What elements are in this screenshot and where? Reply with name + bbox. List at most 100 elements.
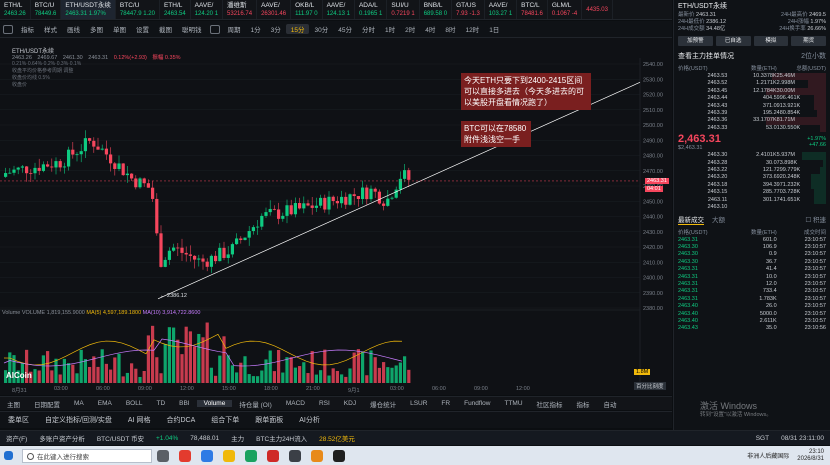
toolbar-item[interactable]: 周期 [223, 24, 246, 34]
orderbook-row[interactable]: 2463.52 1.2171K 2.998M [674, 80, 830, 88]
windows-start-icon[interactable] [4, 451, 13, 460]
toolbar-item[interactable]: 1日 [484, 24, 504, 34]
ticker-tab[interactable]: ETH/USDT永续 2463.31 1.97% [61, 0, 116, 19]
bottom-tab[interactable]: AI 网格 [120, 415, 159, 425]
aicoin-taskbar-icon[interactable] [333, 449, 345, 462]
bottom-tab[interactable]: 组合下单 [203, 415, 247, 425]
indicator-item[interactable]: FR [434, 400, 457, 407]
ticker-tab[interactable]: GLM/L 0.1067 -4 [548, 0, 583, 19]
indicator-item[interactable]: EMA [91, 400, 119, 407]
ticker-tab[interactable]: GT/US 7.93 -1.3 [452, 0, 485, 19]
orderbook-row[interactable]: 2463.43 371.0 913.921K [674, 102, 830, 111]
ticker-tab[interactable]: BTC/U 78449.6 [31, 0, 62, 19]
indicator-item[interactable]: 主图 [0, 399, 27, 409]
toolbar-item[interactable]: 45分 [333, 24, 357, 34]
ticker-tab[interactable]: ADA/L 0.1965 1 [355, 0, 388, 19]
bottom-tab[interactable]: 委单区 [0, 415, 37, 425]
orderbook-row[interactable]: 2463.15 285.7 703.728K [674, 189, 830, 197]
app-icon-5[interactable] [311, 449, 323, 462]
indicator-item[interactable]: TTMU [497, 400, 529, 407]
panel-button[interactable]: 已自选 [715, 36, 751, 46]
indicator-item[interactable]: 爆仓统计 [363, 399, 403, 409]
app-icon-2[interactable] [245, 449, 257, 462]
indicator-item[interactable]: KDJ [337, 400, 363, 407]
indicator-item[interactable]: 指标 [570, 399, 597, 409]
indicator-item[interactable]: Volume [196, 400, 233, 407]
toolbar-item[interactable]: 样式 [39, 24, 62, 34]
toolbar-item[interactable]: 多图 [85, 24, 108, 34]
toolbar-item[interactable]: 单图 [108, 24, 131, 34]
precision-select[interactable]: 2位小数 [801, 51, 826, 61]
bottom-tab[interactable]: 跟单面板 [247, 415, 291, 425]
toolbar-item[interactable]: 分时 [357, 24, 380, 34]
indicator-item[interactable]: LSUR [403, 400, 434, 407]
indicator-item[interactable]: TD [149, 400, 172, 407]
indicator-item[interactable]: BOLL [119, 400, 150, 407]
taskbar-search[interactable]: 在此键入进行搜索 [22, 448, 152, 463]
assets-button[interactable]: 资产(F) [0, 433, 33, 443]
toolbar-item[interactable]: 12时 [460, 24, 484, 34]
task-view-icon[interactable] [157, 449, 169, 462]
panel-button[interactable]: 期货 [791, 36, 826, 46]
chart-area[interactable]: 2540.00 2530.00 2520.00 2510.00 2500.00 2490.… [0, 38, 672, 395]
indicator-item[interactable]: 持仓量 (OI) [232, 399, 279, 409]
annotation-note-eth[interactable]: 今天ETH只要下到2400-2415区间可以直接多进去（今天多进去的可以美股开盘… [461, 73, 591, 110]
ticker-tab[interactable]: AAVE/103.27 1 [485, 0, 518, 19]
app-icon-3[interactable] [267, 449, 279, 462]
indicator-item[interactable]: Fundflow [457, 400, 497, 407]
toolbar-item[interactable]: 2时 [400, 24, 420, 34]
ticker-tab[interactable]: ETH/L 2463.54 [160, 0, 191, 19]
app-icon-4[interactable] [289, 449, 301, 462]
folder-icon[interactable] [223, 449, 235, 462]
indicator-item[interactable]: 日期配置 [27, 399, 67, 409]
app-icon-1[interactable] [179, 449, 191, 462]
ticker-tab[interactable]: AAVE/124.13 1 [323, 0, 355, 19]
orderbook-row[interactable]: 2463.30 2.4101K 5.937M [674, 152, 830, 160]
toolbar-item[interactable]: 1分 [246, 24, 266, 34]
taskbar-clock[interactable]: 23:10 2026/8/31 [797, 449, 824, 463]
annotation-note-btc[interactable]: BTC可以在78580附件浅浅空一手 [461, 121, 531, 147]
toolbar-item[interactable]: 画线 [62, 24, 85, 34]
indicator-item[interactable]: MACD [279, 400, 312, 407]
toolbar-item[interactable]: 4时 [420, 24, 440, 34]
orderbook-row[interactable]: 2463.53 10.3378K 25.46M [674, 73, 830, 81]
ticker-tab[interactable]: ETH/L 2463.26 [0, 0, 31, 19]
tab-latest-trades[interactable]: 最新成交 [678, 214, 704, 225]
indicator-item[interactable]: RSI [312, 400, 337, 407]
tab-large-trades[interactable]: 大额 [712, 214, 725, 224]
toolbar-item[interactable]: 设置 [131, 24, 154, 34]
toolbar-item[interactable]: 15分 [285, 24, 310, 34]
bottom-tab[interactable]: AI分析 [291, 415, 328, 425]
speed-checkbox[interactable]: ☐ 积速 [805, 214, 826, 224]
toolbar-item[interactable]: 聪明钱 [177, 24, 207, 34]
panel-button[interactable]: 模拟 [753, 36, 789, 46]
ticker-tab[interactable]: AAVE/124.20 1 [191, 0, 224, 19]
orderbook-row[interactable]: 2463.44 404.5 996.461K [674, 95, 830, 103]
toolbar-icon[interactable] [209, 24, 220, 34]
multi-account-button[interactable]: 多账户资产分析 [33, 433, 91, 443]
indicator-item[interactable]: MA [67, 400, 91, 407]
ticker-tab[interactable]: AAVE/26301.46 [257, 0, 292, 19]
ticker-tab[interactable]: SUI/U 0.7219 1 [387, 0, 420, 19]
panel-button[interactable]: 加预警 [678, 36, 713, 46]
panel-title[interactable]: ETH/USDT永续 [674, 0, 830, 12]
indicator-item[interactable]: 社区指标 [530, 399, 570, 409]
orderbook-row[interactable]: 2463.18 394.3 971.232K [674, 181, 830, 190]
ticker-tab[interactable]: 4435.03 [582, 0, 613, 19]
ticker-tab[interactable]: BTC/L 78481.6 [517, 0, 548, 19]
orderbook-row[interactable]: 2463.11 301.1 741.651K [674, 196, 830, 205]
ticker-tab[interactable]: BTC/U 78447.9 1.20 [116, 0, 160, 19]
status-pair[interactable]: BTC/USDT 币安 [91, 433, 150, 443]
bottom-tab[interactable]: 自定义指标/回测/实盘 [37, 415, 120, 425]
orderbook-row[interactable]: 2463.28 30.0 73.898K [674, 159, 830, 168]
toolbar-item[interactable]: 截图 [154, 24, 177, 34]
orderbook-row[interactable]: 2463.45 12.1784K 30.00M [674, 87, 830, 96]
orderbook-row[interactable]: 2463.33 53.0 130.550K [674, 124, 830, 133]
indicator-item[interactable]: BBI [172, 400, 196, 407]
bottom-tab[interactable]: 合约DCA [158, 415, 203, 425]
orderbook-row[interactable]: 2463.22 121.7 299.779K [674, 167, 830, 175]
toolbar-item[interactable]: 3分 [266, 24, 286, 34]
toolbar-item[interactable]: 30分 [309, 24, 333, 34]
orderbook-row[interactable]: 2463.39 195.2 480.854K [674, 110, 830, 118]
indicator-item[interactable]: 自动 [597, 399, 624, 409]
